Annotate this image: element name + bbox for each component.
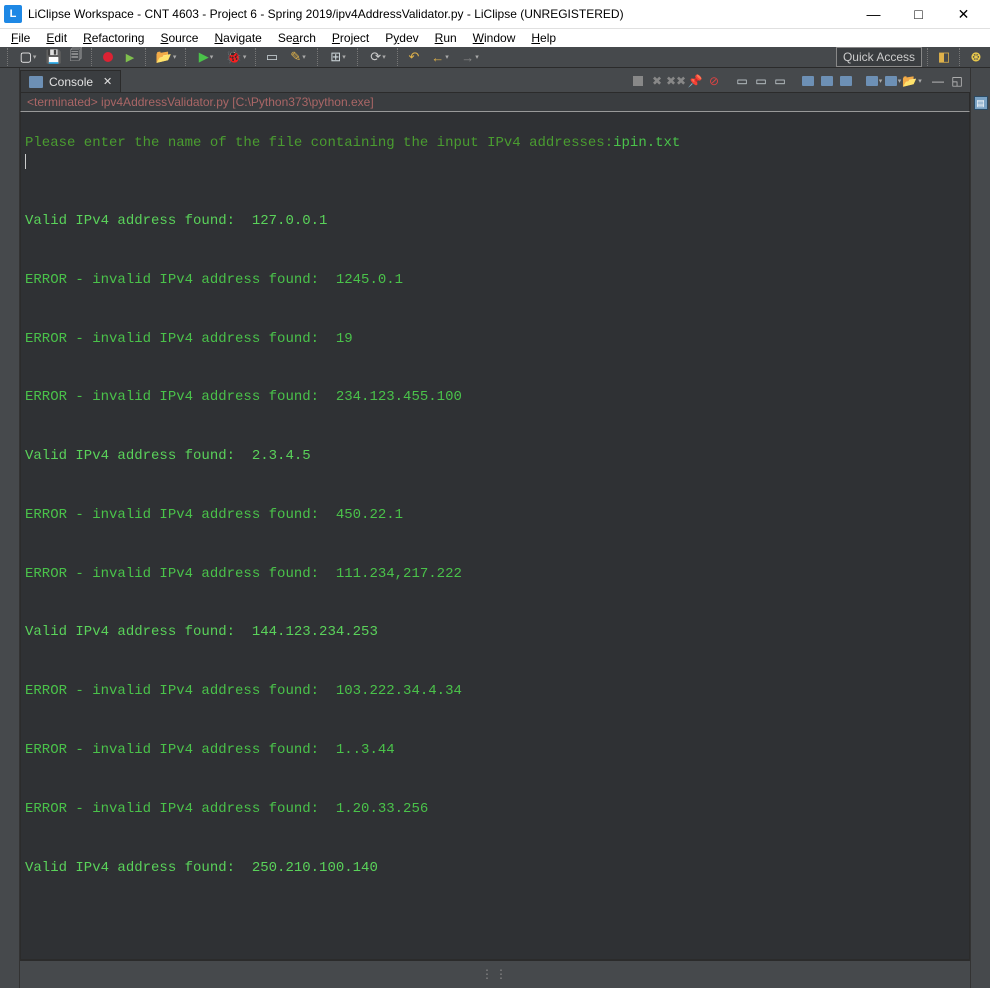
console-line: Valid IPv4 address found: 250.210.100.14…: [25, 859, 965, 879]
ct-doc2-icon[interactable]: ▭: [752, 72, 770, 90]
menu-window[interactable]: Window: [466, 29, 523, 47]
menu-edit[interactable]: Edit: [39, 29, 74, 47]
ct-doc3-icon[interactable]: ▭: [771, 72, 789, 90]
tb-run-icon[interactable]: ▶: [192, 47, 220, 67]
ct-remove-launch-icon[interactable]: ✖: [648, 72, 666, 90]
tab-console[interactable]: Console ✕: [20, 70, 121, 92]
right-gutter[interactable]: ▤: [970, 68, 990, 988]
bottom-sash[interactable]: ⋮⋮: [0, 960, 990, 988]
tb-forward-icon[interactable]: →: [456, 47, 484, 67]
ct-maximize-icon[interactable]: ◱: [948, 72, 966, 90]
tb-save-icon[interactable]: 💾: [44, 47, 64, 67]
menu-refactoring[interactable]: Refactoring: [76, 29, 151, 47]
console-line: ERROR - invalid IPv4 address found: 19: [25, 330, 965, 350]
console-line: Valid IPv4 address found: 144.123.234.25…: [25, 623, 965, 643]
close-button[interactable]: ✕: [941, 0, 986, 28]
menu-source[interactable]: Source: [153, 29, 205, 47]
menu-project[interactable]: Project: [325, 29, 376, 47]
console-toolbar: ✖ ✖✖ 📌 ⊘ ▭ ▭ ▭ 📂 — ◱: [629, 70, 970, 92]
console-terminated-line: <terminated> ipv4AddressValidator.py [C:…: [20, 92, 970, 112]
tb-back-icon[interactable]: ←: [426, 47, 454, 67]
quick-access[interactable]: Quick Access: [836, 47, 922, 67]
menu-search[interactable]: Search: [271, 29, 323, 47]
console-prompt: Please enter the name of the file contai…: [25, 135, 613, 151]
ct-pin-icon[interactable]: 📌: [686, 72, 704, 90]
console-line: ERROR - invalid IPv4 address found: 1..3…: [25, 741, 965, 761]
tb-new-icon[interactable]: ▢: [14, 47, 42, 67]
tb-perspective-icon[interactable]: ⊞: [324, 47, 352, 67]
tb-open-icon[interactable]: 📂: [152, 47, 180, 67]
ct-select-cons-icon[interactable]: [884, 72, 902, 90]
console-line: ERROR - invalid IPv4 address found: 1245…: [25, 271, 965, 291]
ct-minimize-icon[interactable]: —: [929, 72, 947, 90]
console-line: Valid IPv4 address found: 2.3.4.5: [25, 447, 965, 467]
tb-python-icon[interactable]: ⊛: [966, 47, 986, 67]
main-toolbar: ▢ 💾 🗐 ▶ 📂 ▶ 🐞 ▭ ✎ ⊞ ⟳ ↶ ← → Quick Access…: [0, 47, 990, 68]
console-icon: [29, 76, 43, 88]
console-line: ERROR - invalid IPv4 address found: 1.20…: [25, 800, 965, 820]
outline-minimized-icon[interactable]: ▤: [974, 96, 988, 110]
menu-pydev[interactable]: Pydev: [378, 29, 425, 47]
console-line: ERROR - invalid IPv4 address found: 103.…: [25, 682, 965, 702]
minimize-button[interactable]: —: [851, 0, 896, 28]
console-user-input: ipin.txt: [613, 135, 680, 151]
tb-saveall-icon[interactable]: 🗐: [66, 47, 86, 67]
ct-open-cons-icon[interactable]: 📂: [903, 72, 921, 90]
tb-record-icon[interactable]: [98, 47, 118, 67]
console-line: ERROR - invalid IPv4 address found: 111.…: [25, 565, 965, 585]
console-line: ERROR - invalid IPv4 address found: 234.…: [25, 388, 965, 408]
menu-help[interactable]: Help: [524, 29, 563, 47]
tb-refresh-icon[interactable]: ⟳: [364, 47, 392, 67]
ct-doc1-icon[interactable]: ▭: [733, 72, 751, 90]
tb-edit-icon[interactable]: ✎: [284, 47, 312, 67]
tb-play-icon[interactable]: ▶: [120, 47, 140, 67]
tb-undo-icon[interactable]: ↶: [404, 47, 424, 67]
console-line: ERROR - invalid IPv4 address found: 450.…: [25, 506, 965, 526]
maximize-button[interactable]: □: [896, 0, 941, 28]
left-gutter[interactable]: [0, 68, 20, 988]
ct-cons-b-icon[interactable]: [818, 72, 836, 90]
menu-file[interactable]: File: [4, 29, 37, 47]
tb-perspective-pydev-icon[interactable]: ◧: [934, 47, 954, 67]
titlebar: L LiClipse Workspace - CNT 4603 - Projec…: [0, 0, 990, 29]
ct-error-icon[interactable]: ⊘: [705, 72, 723, 90]
console-line: Valid IPv4 address found: 127.0.0.1: [25, 212, 965, 232]
console-output[interactable]: Please enter the name of the file contai…: [20, 112, 970, 960]
tb-module-icon[interactable]: ▭: [262, 47, 282, 67]
tab-close-icon[interactable]: ✕: [103, 75, 112, 88]
workarea: ▤ Console ✕ ✖ ✖✖ 📌 ⊘ ▭ ▭ ▭ 📂 —: [0, 68, 990, 988]
ct-remove-all-icon[interactable]: ✖✖: [667, 72, 685, 90]
tab-console-label: Console: [49, 75, 93, 89]
ct-stop-icon[interactable]: [629, 72, 647, 90]
text-cursor: [25, 154, 26, 169]
console-tabrow: Console ✕ ✖ ✖✖ 📌 ⊘ ▭ ▭ ▭ 📂 — ◱: [20, 68, 970, 92]
ct-display-icon[interactable]: [865, 72, 883, 90]
ct-cons-c-icon[interactable]: [837, 72, 855, 90]
menubar: File Edit Refactoring Source Navigate Se…: [0, 29, 990, 47]
app-icon: L: [4, 5, 22, 23]
menu-run[interactable]: Run: [428, 29, 464, 47]
window-title: LiClipse Workspace - CNT 4603 - Project …: [28, 7, 851, 21]
ct-cons-a-icon[interactable]: [799, 72, 817, 90]
menu-navigate[interactable]: Navigate: [207, 29, 268, 47]
tb-debug-icon[interactable]: 🐞: [222, 47, 250, 67]
